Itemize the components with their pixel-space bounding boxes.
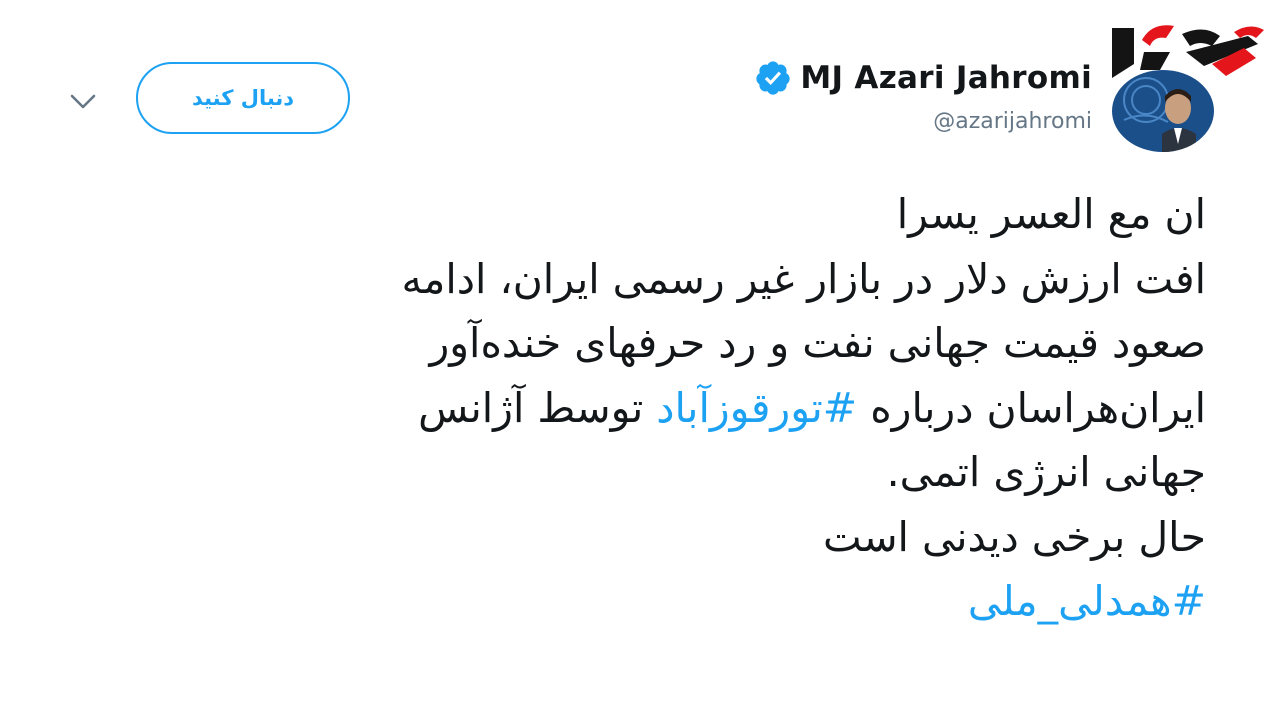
rokna-logo-svg — [1112, 25, 1264, 78]
tweet-line-4: ایران‌هراسان درباره #تورقوزآباد توسط آژا… — [126, 376, 1206, 441]
author-name[interactable]: MJ Azari Jahromi — [800, 60, 1092, 96]
chevron-down-icon-svg — [70, 94, 96, 109]
tweet-text: ان مع العسر یسرا افت ارزش دلار در بازار … — [126, 182, 1206, 634]
tweet-line-1: ان مع العسر یسرا — [896, 190, 1206, 238]
tweet-line-3: صعود قیمت جهانی نفت و رد حرفهای خنده‌آور — [429, 319, 1206, 367]
tweet-line-7: #همدلی_ملی — [126, 569, 1206, 634]
author-name-row[interactable]: MJ Azari Jahromi — [754, 55, 1092, 101]
tweet-line-4-after: توسط آژانس — [418, 383, 657, 432]
author-handle[interactable]: @azarijahromi — [754, 109, 1092, 134]
follow-button[interactable]: دنبال کنید — [136, 62, 350, 134]
hashtag-link[interactable]: #تورقوزآباد — [656, 384, 857, 432]
tweet-author: MJ Azari Jahromi @azarijahromi — [754, 55, 1092, 134]
tweet-line-6: حال برخی دیدنی است — [822, 512, 1206, 561]
verified-badge-icon — [756, 61, 790, 95]
tweet-line-2: افت ارزش دلار در بازار غیر رسمی ایران، ا… — [401, 254, 1206, 303]
hashtag-link-2[interactable]: #همدلی_ملی — [968, 577, 1206, 625]
rokna-logo — [1108, 18, 1266, 88]
tweet-line-5: جهانی انرژی اتمی. — [886, 448, 1206, 496]
chevron-down-icon[interactable] — [66, 88, 100, 116]
tweet-line-4-before: ایران‌هراسان درباره — [857, 383, 1206, 432]
